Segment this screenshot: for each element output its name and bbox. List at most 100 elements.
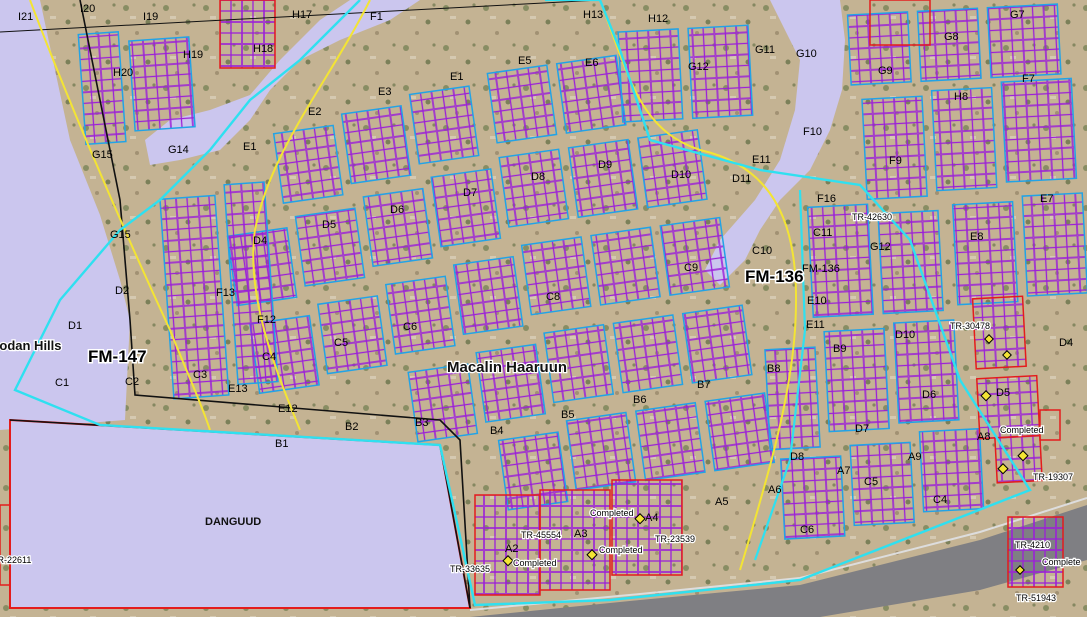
block-label: E6 bbox=[585, 57, 598, 69]
block-label: A7 bbox=[837, 465, 850, 477]
parcel-label[interactable]: TR-19307 bbox=[1032, 471, 1075, 484]
status-label: Completed bbox=[513, 558, 557, 568]
block-label: B3 bbox=[415, 417, 428, 429]
block-label: I19 bbox=[143, 11, 158, 23]
block-label: I20 bbox=[80, 3, 95, 15]
block-label: C3 bbox=[193, 369, 207, 381]
block-label: D5 bbox=[322, 219, 336, 231]
block-label: C8 bbox=[546, 291, 560, 303]
block-label: D7 bbox=[463, 187, 477, 199]
block-label: E8 bbox=[970, 231, 983, 243]
danguud-parcel[interactable] bbox=[9, 418, 472, 609]
block-label: D4 bbox=[1059, 337, 1073, 349]
block-label: B4 bbox=[490, 425, 503, 437]
status-label: Completed bbox=[599, 545, 643, 555]
block-label: C9 bbox=[684, 262, 698, 274]
block-label: G9 bbox=[878, 65, 893, 77]
block-label: C11 bbox=[813, 227, 832, 239]
block-label: B5 bbox=[561, 409, 574, 421]
block-label: D9 bbox=[598, 159, 612, 171]
parcel-label[interactable]: TR-33635 bbox=[449, 563, 492, 576]
block-label: D8 bbox=[790, 451, 804, 463]
block-label: C2 bbox=[125, 376, 139, 388]
block-label: G11 bbox=[755, 44, 775, 56]
status-label: Completed bbox=[1000, 425, 1044, 435]
block-label: G12 bbox=[870, 241, 891, 253]
block-label: D5 bbox=[996, 387, 1010, 399]
block-label: E11 bbox=[806, 319, 825, 331]
parcel-label[interactable]: TR-42630 bbox=[851, 211, 894, 224]
block-label: C4 bbox=[933, 494, 947, 506]
parcel-label[interactable]: TR-30478 bbox=[949, 320, 992, 333]
block-label: D7 bbox=[855, 423, 869, 435]
block-label: H13 bbox=[583, 9, 603, 21]
block-label: A8 bbox=[977, 431, 990, 443]
block-label: D4 bbox=[253, 235, 267, 247]
block-label: D1 bbox=[68, 320, 82, 332]
block-label: G12 bbox=[688, 61, 709, 73]
block-label: G8 bbox=[944, 31, 959, 43]
block-label: F1 bbox=[370, 11, 383, 23]
block-label: E1 bbox=[450, 71, 463, 83]
block-label: B2 bbox=[345, 421, 358, 433]
block-label: D6 bbox=[922, 389, 936, 401]
block-label: B1 bbox=[275, 438, 288, 450]
area-label-fm-136[interactable]: FM-136 bbox=[744, 266, 806, 288]
block-label: F7 bbox=[1022, 73, 1035, 85]
block-label: D11 bbox=[732, 173, 751, 185]
place-label-macalin-haaruun: Macalin Haaruun bbox=[447, 359, 567, 376]
block-label: C5 bbox=[334, 337, 348, 349]
block-label: FM-136 bbox=[802, 263, 840, 275]
parcel-label[interactable]: TR-23539 bbox=[654, 533, 697, 546]
block-label: E2 bbox=[308, 106, 321, 118]
block-label: B9 bbox=[833, 343, 846, 355]
block-label: C6 bbox=[800, 524, 814, 536]
map-viewport[interactable]: I21 I20 I19 H17 F1 H13 H12 G7 H18 H19 G8 E1 E5 E6 G12 G… bbox=[0, 0, 1087, 617]
status-label: Complete bbox=[1042, 557, 1081, 567]
block-label: B7 bbox=[697, 379, 710, 391]
place-label-danguud: DANGUUD bbox=[205, 516, 261, 528]
parcel-label[interactable]: TR-22611 bbox=[0, 554, 33, 567]
block-label: A2 bbox=[505, 543, 518, 555]
block-label: C10 bbox=[752, 245, 772, 257]
block-label: A5 bbox=[715, 496, 728, 508]
block-label: A4 bbox=[645, 512, 658, 524]
parcel-label[interactable]: TR-4210 bbox=[1014, 539, 1052, 552]
block-label: G7 bbox=[1010, 9, 1025, 21]
block-label: C6 bbox=[403, 321, 417, 333]
block-label: F12 bbox=[257, 314, 276, 326]
block-label: D6 bbox=[390, 204, 404, 216]
block-label: D8 bbox=[531, 171, 545, 183]
block-label: G10 bbox=[796, 48, 817, 60]
block-label: E5 bbox=[518, 55, 531, 67]
block-label: H12 bbox=[648, 13, 668, 25]
block-label: H19 bbox=[183, 49, 203, 61]
parcel-label[interactable]: TR-51943 bbox=[1015, 592, 1058, 605]
block-label: E11 bbox=[752, 154, 771, 166]
block-label: E10 bbox=[807, 295, 827, 307]
block-label: H20 bbox=[113, 67, 133, 79]
block-label: H18 bbox=[253, 43, 273, 55]
block-label: H17 bbox=[292, 9, 312, 21]
block-label: H8 bbox=[954, 91, 968, 103]
block-label: D10 bbox=[895, 329, 915, 341]
status-label: Completed bbox=[590, 508, 634, 518]
block-label: C5 bbox=[864, 476, 878, 488]
block-label: F16 bbox=[817, 193, 836, 205]
block-label: A6 bbox=[768, 484, 781, 496]
block-label: G14 bbox=[168, 144, 189, 156]
block-label: I21 bbox=[18, 11, 33, 23]
block-label: F9 bbox=[889, 155, 902, 167]
block-label: B6 bbox=[633, 394, 646, 406]
block-label: C4 bbox=[262, 351, 276, 363]
block-label: G15 bbox=[110, 229, 131, 241]
block-label: E13 bbox=[228, 383, 248, 395]
parcel-label[interactable]: TR-45554 bbox=[520, 529, 563, 542]
map-canvas[interactable]: I21 I20 I19 H17 F1 H13 H12 G7 H18 H19 G8 E1 E5 E6 G12 G… bbox=[0, 0, 1087, 617]
area-label-fm-147[interactable]: FM-147 bbox=[87, 346, 149, 368]
block-label: E12 bbox=[278, 403, 298, 415]
block-label: F13 bbox=[216, 287, 235, 299]
block-label: A3 bbox=[574, 528, 587, 540]
place-label-hodan-hills: Hodan Hills bbox=[0, 338, 62, 353]
block-label: E1 bbox=[243, 141, 256, 153]
